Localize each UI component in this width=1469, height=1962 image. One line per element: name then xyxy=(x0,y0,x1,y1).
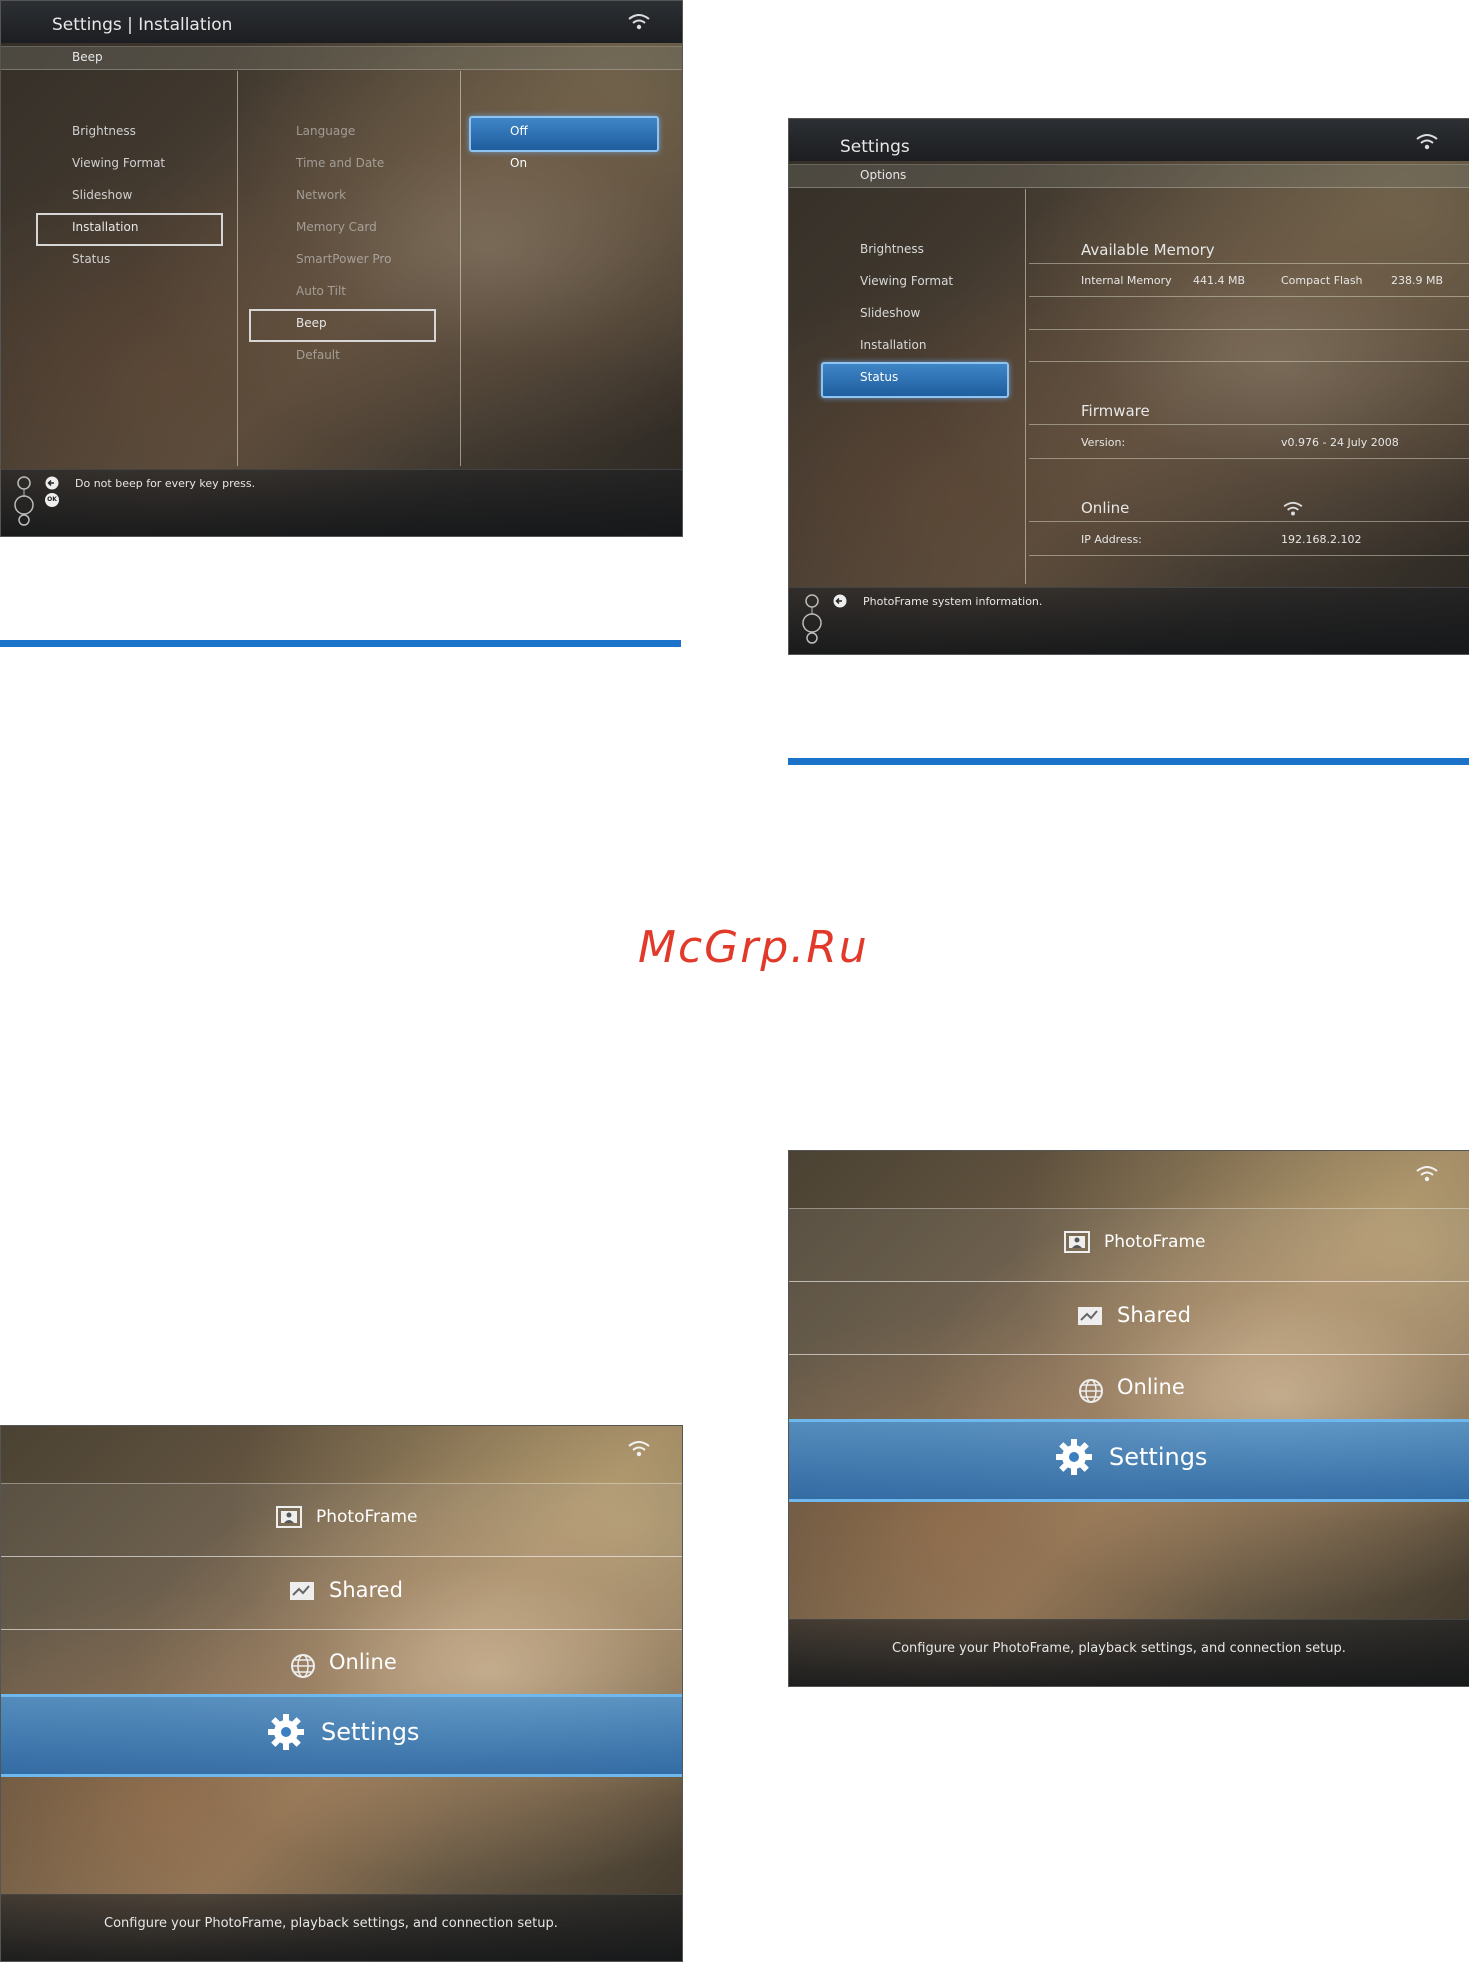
menu-item-shared[interactable]: Shared xyxy=(329,1578,403,1602)
row-divider xyxy=(1029,329,1469,330)
globe-icon xyxy=(291,1654,315,1678)
menu-item-status[interactable]: Status xyxy=(860,370,898,384)
menu-item-settings[interactable]: Settings xyxy=(321,1718,419,1746)
memory-heading: Available Memory xyxy=(1081,241,1215,259)
shared-icon xyxy=(1078,1307,1102,1325)
wifi-icon xyxy=(628,14,650,30)
photoframe-icon xyxy=(276,1506,302,1528)
menu-item-viewing-format[interactable]: Viewing Format xyxy=(860,274,953,288)
version-value: v0.976 - 24 July 2008 xyxy=(1281,436,1399,449)
gear-icon xyxy=(1056,1439,1092,1475)
internal-memory-value: 441.4 MB xyxy=(1193,274,1246,287)
menu-item-photoframe[interactable]: PhotoFrame xyxy=(1104,1232,1205,1252)
menu-item-slideshow[interactable]: Slideshow xyxy=(72,188,132,202)
globe-icon xyxy=(1079,1379,1103,1403)
menu-item-settings[interactable]: Settings xyxy=(1109,1443,1207,1471)
status-highlight xyxy=(821,362,1009,398)
back-icon xyxy=(833,594,847,608)
menu-item-photoframe[interactable]: PhotoFrame xyxy=(316,1507,417,1527)
menu-item-network[interactable]: Network xyxy=(296,188,346,202)
menu-item-smartpower-pro[interactable]: SmartPower Pro xyxy=(296,252,391,266)
wifi-icon xyxy=(1416,134,1438,150)
menu-item-brightness[interactable]: Brightness xyxy=(72,124,136,138)
section-rule xyxy=(0,640,681,647)
column-divider xyxy=(237,71,238,466)
navigation-icon xyxy=(802,594,822,644)
row-divider xyxy=(1029,555,1469,556)
column-divider xyxy=(1025,189,1026,584)
option-on[interactable]: On xyxy=(510,156,527,170)
ip-value: 192.168.2.102 xyxy=(1281,533,1362,546)
screenshot-main-menu: PhotoFrame Shared Online Settings Config… xyxy=(0,1425,683,1962)
row-divider xyxy=(1029,263,1469,264)
menu-item-auto-tilt[interactable]: Auto Tilt xyxy=(296,284,346,298)
menu-item-status[interactable]: Status xyxy=(72,252,110,266)
row-divider xyxy=(1029,458,1469,459)
menu-item-online[interactable]: Online xyxy=(329,1650,397,1674)
footer-text: Configure your PhotoFrame, playback sett… xyxy=(104,1916,558,1931)
menu-item-brightness[interactable]: Brightness xyxy=(860,242,924,256)
option-off[interactable]: Off xyxy=(510,124,528,138)
footer-text: PhotoFrame system information. xyxy=(863,595,1043,608)
screenshot-main-menu: PhotoFrame Shared Online Settings Config… xyxy=(788,1150,1469,1687)
internal-memory-label: Internal Memory xyxy=(1081,274,1172,287)
wifi-icon xyxy=(1416,1166,1438,1182)
breadcrumb: Options xyxy=(860,168,907,182)
online-wifi-icon xyxy=(1283,501,1303,516)
menu-item-language[interactable]: Language xyxy=(296,124,355,138)
wifi-icon xyxy=(628,1441,650,1457)
gear-icon xyxy=(268,1714,304,1750)
compact-flash-value: 238.9 MB xyxy=(1391,274,1444,287)
screen-title: Settings xyxy=(840,137,910,157)
navigation-icon xyxy=(14,476,34,526)
selected-frame xyxy=(249,309,436,342)
row-divider xyxy=(1029,424,1469,425)
menu-item-memory-card[interactable]: Memory Card xyxy=(296,220,377,234)
ip-label: IP Address: xyxy=(1081,533,1142,546)
breadcrumb-bar xyxy=(1,46,682,70)
screenshot-settings-status: Settings Options Brightness Viewing Form… xyxy=(788,118,1469,655)
column-divider xyxy=(460,71,461,466)
watermark: McGrp.Ru xyxy=(638,922,869,973)
menu-item-viewing-format[interactable]: Viewing Format xyxy=(72,156,165,170)
compact-flash-label: Compact Flash xyxy=(1281,274,1363,287)
shared-icon xyxy=(290,1582,314,1600)
footer-text: Configure your PhotoFrame, playback sett… xyxy=(892,1641,1346,1656)
menu-item-time-and-date[interactable]: Time and Date xyxy=(296,156,384,170)
version-label: Version: xyxy=(1081,436,1126,449)
firmware-heading: Firmware xyxy=(1081,402,1150,420)
photoframe-icon xyxy=(1064,1231,1090,1253)
menu-item-beep[interactable]: Beep xyxy=(296,316,327,330)
back-icon xyxy=(45,476,59,490)
ok-icon: OK xyxy=(45,493,59,507)
option-off-highlight xyxy=(469,116,659,152)
row-divider xyxy=(1029,361,1469,362)
menu-item-online[interactable]: Online xyxy=(1117,1375,1185,1399)
screenshot-settings-installation: Settings | Installation Beep Brightness … xyxy=(0,0,683,537)
menu-item-installation[interactable]: Installation xyxy=(72,220,138,234)
row-divider xyxy=(1029,296,1469,297)
menu-item-shared[interactable]: Shared xyxy=(1117,1303,1191,1327)
breadcrumb: Beep xyxy=(72,50,103,64)
footer-text: Do not beep for every key press. xyxy=(75,477,256,490)
row-divider xyxy=(1029,521,1469,522)
menu-item-slideshow[interactable]: Slideshow xyxy=(860,306,920,320)
section-rule xyxy=(788,758,1469,765)
menu-item-installation[interactable]: Installation xyxy=(860,338,926,352)
screen-title: Settings | Installation xyxy=(52,15,233,35)
online-heading: Online xyxy=(1081,499,1130,517)
menu-item-default[interactable]: Default xyxy=(296,348,340,362)
